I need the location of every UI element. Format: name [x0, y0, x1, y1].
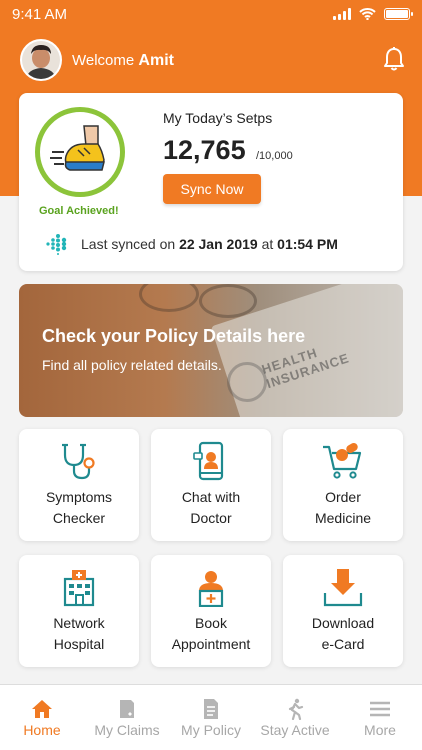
tile-label-line2: Appointment	[171, 636, 251, 652]
fitbit-icon	[46, 234, 67, 255]
nav-my-claims[interactable]: My Claims	[84, 685, 170, 750]
banner-title: Check your Policy Details here	[42, 326, 306, 346]
tile-network-hospital[interactable]: Network Hospital	[19, 555, 139, 667]
runner-icon	[288, 698, 304, 720]
tile-label-line2: Doctor	[190, 510, 232, 526]
tile-label-line1: Book	[195, 615, 227, 631]
hospital-icon	[63, 570, 95, 607]
nav-label: More	[364, 722, 396, 738]
user-avatar-icon	[22, 41, 60, 79]
tile-symptoms-checker[interactable]: Symptoms Checker	[19, 429, 139, 541]
policy-icon	[204, 699, 218, 719]
nav-stay-active[interactable]: Stay Active	[252, 685, 338, 750]
nav-my-policy[interactable]: My Policy	[170, 685, 252, 750]
signal-icon	[333, 8, 351, 20]
welcome-text: Welcome Amit	[72, 52, 174, 70]
status-time: 9:41 AM	[12, 6, 68, 23]
doctor-icon	[198, 571, 224, 607]
tile-order-medicine[interactable]: Order Medicine	[283, 429, 403, 541]
tile-label-line2: Medicine	[314, 510, 372, 526]
last-synced-at: at	[261, 236, 274, 252]
last-synced-date: 22 Jan 2019	[179, 236, 258, 252]
nav-label: Home	[23, 722, 61, 738]
user-name: Amit	[138, 52, 174, 69]
nav-more[interactable]: More	[338, 685, 422, 750]
steps-title: My Today’s Setps	[163, 110, 273, 126]
tile-label-line1: Network	[53, 615, 105, 631]
tile-label: Order Medicine	[283, 487, 403, 529]
battery-icon	[384, 8, 413, 20]
welcome-prefix: Welcome	[72, 52, 135, 69]
tile-label-line2: e-Card	[321, 636, 365, 652]
nav-label: Stay Active	[260, 722, 330, 738]
nav-label: My Policy	[181, 722, 241, 738]
home-icon	[32, 700, 52, 718]
app-header: Welcome Amit	[0, 36, 422, 84]
policy-banner[interactable]: HEALTH INSURANCE Check your Policy Detai…	[19, 284, 403, 417]
steps-card: Goal Achieved! My Today’s Setps 12,765 /…	[19, 93, 403, 271]
tile-label-line1: Order	[325, 489, 361, 505]
download-icon	[323, 569, 363, 607]
tile-label: Download e-Card	[283, 613, 403, 655]
nav-label: My Claims	[94, 722, 160, 738]
tile-label: Symptoms Checker	[19, 487, 139, 529]
menu-icon	[370, 701, 390, 717]
steps-count: 12,765	[163, 135, 246, 165]
tile-book-appointment[interactable]: Book Appointment	[151, 555, 271, 667]
last-synced-prefix: Last synced on	[81, 236, 176, 252]
nav-home[interactable]: Home	[0, 685, 84, 750]
tile-label-line1: Chat with	[181, 489, 241, 505]
tile-chat-with-doctor[interactable]: Chat with Doctor	[151, 429, 271, 541]
stethoscope-icon	[62, 443, 95, 480]
bottom-nav: Home My Claims My Policy Stay Active Mor…	[0, 684, 422, 750]
tile-label: Book Appointment	[151, 613, 271, 655]
phone-doctor-icon	[193, 441, 224, 481]
status-bar: 9:41 AM	[0, 0, 422, 28]
avatar[interactable]	[20, 39, 62, 81]
goal-status: Goal Achieved!	[39, 205, 119, 217]
cart-medicine-icon	[323, 443, 362, 479]
tile-label: Network Hospital	[19, 613, 139, 655]
bell-icon[interactable]	[382, 46, 406, 72]
tile-label-line1: Symptoms	[45, 489, 113, 505]
steps-goal: /10,000	[256, 150, 293, 162]
sync-now-button[interactable]: Sync Now	[163, 174, 261, 204]
tile-label-line2: Checker	[52, 510, 106, 526]
last-synced-time: 01:54 PM	[277, 236, 338, 252]
goal-ring	[35, 107, 125, 197]
claims-icon	[120, 700, 134, 718]
tile-download-ecard[interactable]: Download e-Card	[283, 555, 403, 667]
wifi-icon	[359, 8, 376, 20]
banner-subtitle: Find all policy related details.	[42, 357, 222, 373]
status-indicators	[333, 8, 413, 20]
last-synced: Last synced on 22 Jan 2019 at 01:54 PM	[81, 236, 338, 252]
tile-label-line1: Download	[311, 615, 375, 631]
tile-label: Chat with Doctor	[151, 487, 271, 529]
running-shoe-icon	[50, 125, 105, 171]
tile-label-line2: Hospital	[53, 636, 105, 652]
